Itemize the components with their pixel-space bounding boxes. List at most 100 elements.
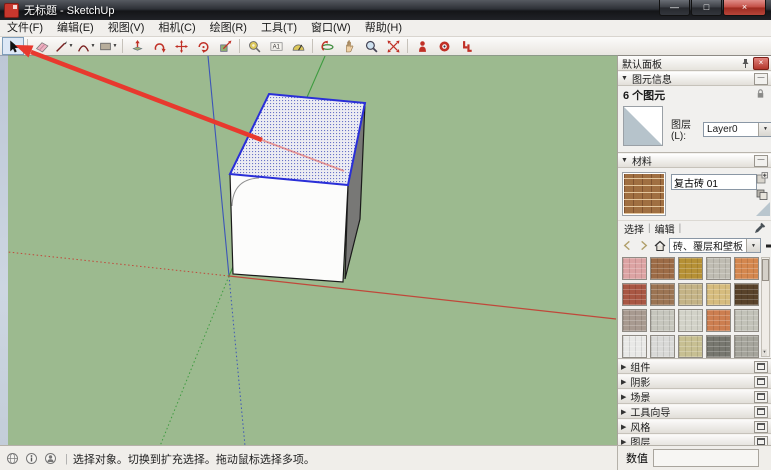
material-swatch[interactable] bbox=[734, 309, 759, 332]
material-swatch[interactable] bbox=[650, 309, 675, 332]
eyedropper-icon[interactable] bbox=[754, 222, 766, 237]
section-styles[interactable]: ▶风格 bbox=[618, 419, 771, 434]
menu-item-help[interactable]: 帮助(H) bbox=[358, 20, 409, 36]
details-arrow-icon[interactable] bbox=[764, 239, 771, 252]
position-camera-tool-button[interactable] bbox=[411, 37, 433, 55]
section-options-button[interactable] bbox=[754, 361, 768, 373]
material-swatch[interactable] bbox=[650, 257, 675, 280]
menu-item-window[interactable]: 窗口(W) bbox=[304, 20, 358, 36]
tab-select[interactable]: 选择 bbox=[624, 221, 644, 236]
section-components[interactable]: ▶组件 bbox=[618, 359, 771, 374]
material-swatch[interactable] bbox=[706, 335, 731, 358]
material-swatch[interactable] bbox=[622, 283, 647, 306]
back-arrow-icon[interactable] bbox=[621, 239, 634, 252]
section-scenes[interactable]: ▶场景 bbox=[618, 389, 771, 404]
material-swatch[interactable] bbox=[706, 309, 731, 332]
measurements-input[interactable] bbox=[653, 449, 759, 467]
materials-header[interactable]: ▼ 材料 — bbox=[618, 153, 771, 168]
protractor-tool-button[interactable] bbox=[287, 37, 309, 55]
maximize-button[interactable]: □ bbox=[691, 0, 722, 16]
menu-item-draw[interactable]: 绘图(R) bbox=[203, 20, 254, 36]
menu-item-edit[interactable]: 编辑(E) bbox=[50, 20, 101, 36]
tray-title-bar[interactable]: 默认面板 × bbox=[618, 56, 771, 71]
material-swatch[interactable] bbox=[734, 283, 759, 306]
globe-icon[interactable] bbox=[5, 452, 19, 466]
rectangle-dropdown-arrow[interactable]: ▼ bbox=[113, 43, 118, 49]
material-swatch[interactable] bbox=[650, 335, 675, 358]
lock-icon[interactable] bbox=[755, 88, 766, 102]
follow-me-tool-button[interactable] bbox=[148, 37, 170, 55]
material-swatch[interactable] bbox=[706, 257, 731, 280]
push-pull-tool-button[interactable] bbox=[126, 37, 148, 55]
zoom-extents-tool-button[interactable] bbox=[382, 37, 404, 55]
layer-dropdown[interactable]: Layer0 ▼ bbox=[703, 122, 771, 137]
rectangle-tool-button[interactable]: ▼ bbox=[97, 37, 119, 55]
walk-tool-button[interactable] bbox=[455, 37, 477, 55]
line-tool-button[interactable]: ▼ bbox=[53, 37, 75, 55]
zoom-tool-button[interactable] bbox=[360, 37, 382, 55]
scrollbar-thumb[interactable] bbox=[762, 259, 769, 281]
materials-category-dropdown[interactable]: 砖、覆层和壁板 ▼ bbox=[669, 238, 761, 253]
sample-paint-triangle[interactable] bbox=[756, 202, 770, 219]
material-swatch[interactable] bbox=[678, 309, 703, 332]
menu-item-camera[interactable]: 相机(C) bbox=[151, 20, 202, 36]
material-swatch[interactable] bbox=[622, 257, 647, 280]
info-icon[interactable] bbox=[24, 452, 38, 466]
paint-display-button[interactable] bbox=[755, 187, 769, 201]
entity-info-minimize-button[interactable]: — bbox=[754, 73, 768, 85]
scrollbar-down-arrow[interactable]: ▼ bbox=[762, 349, 767, 356]
menu-item-view[interactable]: 视图(V) bbox=[101, 20, 152, 36]
scale-tool-button[interactable] bbox=[214, 37, 236, 55]
menu-item-tools[interactable]: 工具(T) bbox=[254, 20, 304, 36]
move-tool-button[interactable] bbox=[170, 37, 192, 55]
material-swatch[interactable] bbox=[678, 283, 703, 306]
material-swatch[interactable] bbox=[622, 309, 647, 332]
material-swatch[interactable] bbox=[678, 335, 703, 358]
chevron-down-icon[interactable]: ▼ bbox=[758, 123, 771, 136]
entity-info-title: 图元信息 bbox=[632, 71, 672, 86]
orbit-tool-button[interactable] bbox=[316, 37, 338, 55]
minimize-button[interactable]: — bbox=[659, 0, 690, 16]
pin-icon[interactable] bbox=[740, 58, 751, 69]
box-front-face[interactable] bbox=[230, 174, 348, 282]
menu-item-file[interactable]: 文件(F) bbox=[0, 20, 50, 36]
material-swatch[interactable] bbox=[734, 257, 759, 280]
section-instructor[interactable]: ▶工具向导 bbox=[618, 404, 771, 419]
material-swatch[interactable] bbox=[650, 283, 675, 306]
tab-edit[interactable]: 编辑 bbox=[655, 221, 675, 236]
entity-thumbnail bbox=[623, 106, 663, 146]
home-icon[interactable] bbox=[653, 239, 666, 252]
tray-close-button[interactable]: × bbox=[753, 57, 769, 70]
look-around-tool-button[interactable] bbox=[433, 37, 455, 55]
section-shadows[interactable]: ▶阴影 bbox=[618, 374, 771, 389]
material-swatch[interactable] bbox=[734, 335, 759, 358]
material-swatch[interactable] bbox=[622, 335, 647, 358]
swatch-scrollbar[interactable]: ▼ bbox=[761, 257, 770, 357]
material-name-input[interactable] bbox=[671, 174, 757, 190]
pan-tool-button[interactable] bbox=[338, 37, 360, 55]
select-tool-button[interactable] bbox=[2, 37, 24, 55]
user-icon[interactable] bbox=[43, 452, 57, 466]
forward-arrow-icon[interactable] bbox=[637, 239, 650, 252]
material-swatch[interactable] bbox=[678, 257, 703, 280]
create-material-button[interactable] bbox=[755, 171, 769, 185]
arc-dropdown-arrow[interactable]: ▼ bbox=[91, 43, 96, 49]
line-dropdown-arrow[interactable]: ▼ bbox=[69, 43, 74, 49]
section-options-button[interactable] bbox=[754, 421, 768, 433]
toolbar-separator bbox=[122, 39, 123, 53]
box-top-face-selected[interactable] bbox=[230, 94, 365, 185]
arc-tool-button[interactable]: ▼ bbox=[75, 37, 97, 55]
model-viewport[interactable] bbox=[8, 55, 617, 446]
chevron-down-icon[interactable]: ▼ bbox=[746, 239, 760, 252]
section-options-button[interactable] bbox=[754, 376, 768, 388]
entity-info-header[interactable]: ▼ 图元信息 — bbox=[618, 71, 771, 86]
rotate-tool-button[interactable] bbox=[192, 37, 214, 55]
close-button[interactable]: × bbox=[723, 0, 766, 16]
section-options-button[interactable] bbox=[754, 406, 768, 418]
material-swatch[interactable] bbox=[706, 283, 731, 306]
dimension-tool-button[interactable]: A1 bbox=[265, 37, 287, 55]
materials-minimize-button[interactable]: — bbox=[754, 155, 768, 167]
tape-measure-tool-button[interactable] bbox=[243, 37, 265, 55]
eraser-tool-button[interactable] bbox=[31, 37, 53, 55]
section-options-button[interactable] bbox=[754, 391, 768, 403]
